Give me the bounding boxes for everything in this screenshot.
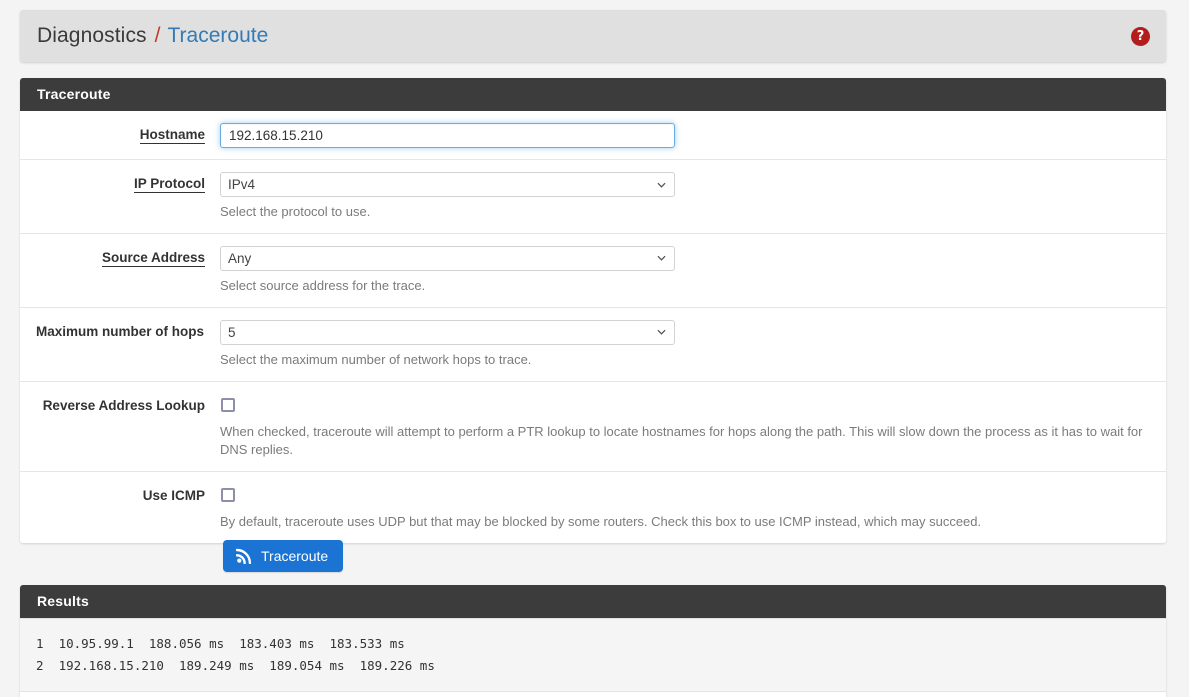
- form-row-source-address: Source Address Any Select source address…: [20, 232, 1166, 307]
- help-max-hops: Select the maximum number of network hop…: [220, 351, 532, 367]
- field-reverse-lookup: When checked, traceroute will attempt to…: [215, 382, 1166, 472]
- form-row-max-hops: Maximum number of hops 5 Select the maxi…: [20, 306, 1166, 381]
- label-reverse-lookup-col: Reverse Address Lookup: [20, 382, 215, 424]
- label-hostname-col: Hostname: [20, 111, 215, 153]
- ip-protocol-select[interactable]: IPv4: [220, 172, 675, 197]
- use-icmp-checkbox[interactable]: [221, 488, 235, 503]
- source-address-select[interactable]: Any: [220, 245, 675, 271]
- label-source-address: Source Address: [101, 249, 205, 267]
- label-use-icmp: Use ICMP: [142, 488, 205, 504]
- help-use-icmp: By default, traceroute uses UDP but that…: [220, 514, 982, 530]
- panel-title-traceroute: Traceroute: [20, 78, 1166, 111]
- traceroute-submit-label: Traceroute: [261, 547, 329, 564]
- field-ip-protocol: IPv4 Select the protocol to use.: [215, 160, 1166, 233]
- traceroute-submit-button[interactable]: Traceroute: [223, 540, 344, 572]
- field-source-address: Any Select source address for the trace.: [215, 234, 1166, 307]
- form-row-hostname: Hostname: [20, 111, 1166, 159]
- ip-protocol-select-wrap: IPv4: [220, 172, 675, 197]
- breadcrumb-current-traceroute[interactable]: Traceroute: [168, 24, 269, 48]
- max-hops-select[interactable]: 5: [220, 319, 675, 345]
- results-content: 1 10.95.99.1 188.056 ms 183.403 ms 183.5…: [20, 618, 1166, 692]
- traceroute-form-panel: Traceroute Hostname IP Protocol: [20, 78, 1166, 544]
- form-row-ip-protocol: IP Protocol IPv4 Select the protocol to …: [20, 159, 1166, 233]
- traceroute-output: 1 10.95.99.1 188.056 ms 183.403 ms 183.5…: [36, 636, 435, 673]
- help-reverse-lookup: When checked, traceroute will attempt to…: [220, 423, 1143, 458]
- form-row-reverse-lookup: Reverse Address Lookup When checked, tra…: [20, 380, 1166, 472]
- breadcrumb: Diagnostics / Traceroute ?: [20, 10, 1166, 62]
- breadcrumb-separator: /: [154, 24, 161, 47]
- label-hostname: Hostname: [139, 127, 205, 144]
- breadcrumb-root: Diagnostics: [37, 24, 147, 47]
- label-source-address-col: Source Address: [20, 234, 215, 276]
- results-panel-footer: [20, 692, 1166, 697]
- results-panel: Results 1 10.95.99.1 188.056 ms 183.403 …: [20, 585, 1166, 697]
- label-use-icmp-col: Use ICMP: [20, 472, 215, 514]
- traceroute-form-body: Hostname IP Protocol IPv4: [20, 111, 1166, 544]
- help-icon[interactable]: ?: [1131, 26, 1150, 46]
- field-hostname: [215, 111, 1166, 159]
- field-use-icmp: By default, traceroute uses UDP but that…: [215, 472, 1166, 543]
- hostname-input[interactable]: [220, 123, 675, 148]
- form-row-use-icmp: Use ICMP By default, traceroute uses UDP…: [20, 471, 1166, 543]
- reverse-lookup-checkbox[interactable]: [221, 397, 235, 412]
- submit-button-area: Traceroute: [20, 540, 1166, 572]
- max-hops-select-wrap: 5: [220, 319, 675, 345]
- source-address-select-wrap: Any: [220, 245, 675, 271]
- help-source-address: Select source address for the trace.: [220, 277, 426, 293]
- help-ip-protocol: Select the protocol to use.: [220, 204, 371, 219]
- signal-waves-icon: [235, 547, 253, 565]
- label-max-hops: Maximum number of hops: [35, 323, 204, 339]
- field-max-hops: 5 Select the maximum number of network h…: [215, 308, 1166, 381]
- label-ip-protocol-col: IP Protocol: [20, 160, 215, 202]
- panel-title-results: Results: [20, 585, 1166, 618]
- label-reverse-lookup: Reverse Address Lookup: [42, 397, 205, 413]
- traceroute-page: Diagnostics / Traceroute ? Traceroute Ho…: [0, 0, 1189, 697]
- label-max-hops-col: Maximum number of hops: [20, 308, 215, 350]
- label-ip-protocol: IP Protocol: [133, 176, 205, 193]
